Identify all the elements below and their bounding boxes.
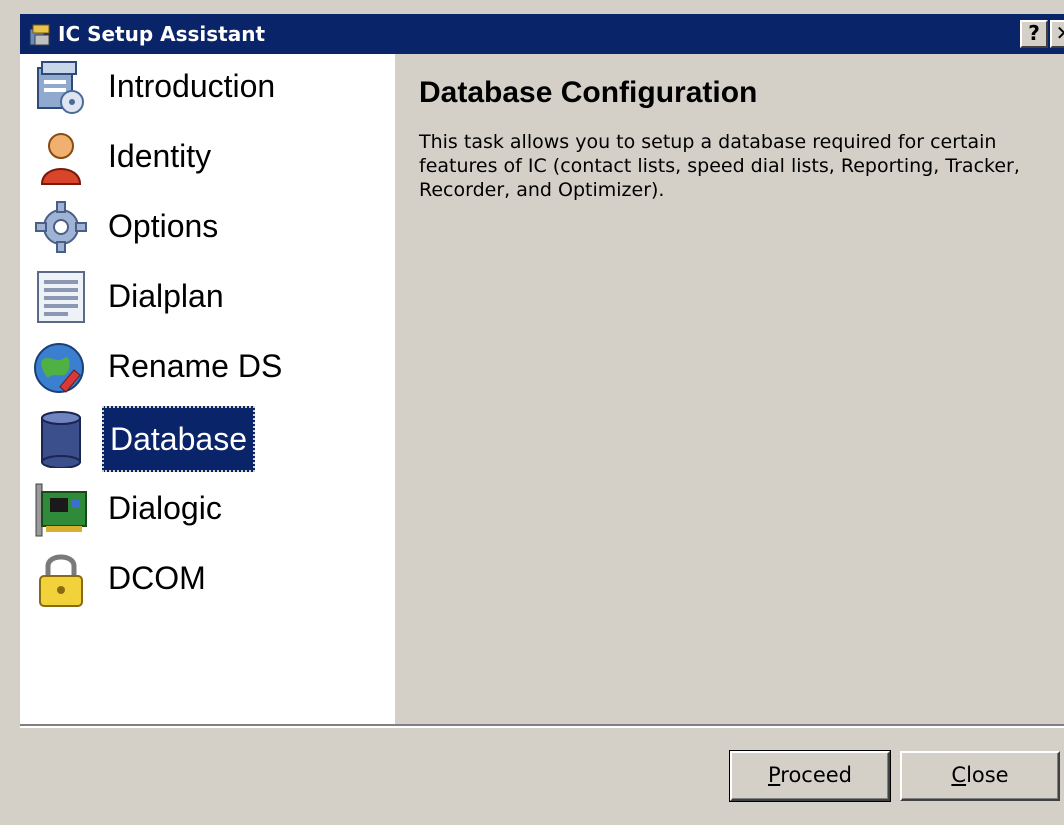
sidebar-item-label: Dialogic: [108, 490, 222, 526]
sidebar-item-rename-ds[interactable]: Rename DS: [20, 334, 395, 400]
sidebar-item-database[interactable]: Database: [20, 406, 395, 472]
database-cylinder-icon: [41, 411, 81, 468]
user-person-icon: [40, 133, 82, 185]
sidebar-item-dialplan[interactable]: Dialplan: [20, 264, 395, 330]
window-title: IC Setup Assistant: [58, 22, 266, 46]
sidebar-item-dialogic[interactable]: Dialogic: [20, 476, 395, 542]
task-list-sidebar: Introduction Identity Options Dialplan R…: [20, 54, 395, 724]
help-icon: ?: [1028, 21, 1040, 45]
gear-icon: [35, 201, 87, 253]
sidebar-item-label: DCOM: [108, 560, 206, 596]
window-close-button[interactable]: ✕: [1050, 20, 1064, 48]
expansion-card-icon: [35, 483, 87, 537]
installer-box-icon: [37, 61, 84, 114]
proceed-button[interactable]: Proceed: [729, 750, 891, 802]
proceed-label-rest: roceed: [780, 763, 853, 787]
page-title: Database Configuration: [419, 76, 758, 109]
sidebar-item-identity[interactable]: Identity: [20, 124, 395, 190]
help-button[interactable]: ?: [1020, 20, 1048, 48]
task-description: This task allows you to setup a database…: [419, 131, 1020, 201]
close-button[interactable]: Close: [900, 751, 1060, 801]
sidebar-item-label: Identity: [108, 138, 212, 174]
sidebar-item-label: Dialplan: [108, 278, 224, 314]
sidebar-item-options[interactable]: Options: [20, 194, 395, 260]
close-mnemonic: C: [951, 763, 967, 787]
close-label-rest: lose: [966, 763, 1009, 787]
sidebar-item-dcom[interactable]: DCOM: [20, 546, 395, 612]
globe-pencil-icon: [34, 343, 84, 393]
sidebar-item-label: Rename DS: [108, 348, 283, 384]
footer-divider-highlight: [20, 726, 1064, 728]
padlock-icon: [39, 554, 83, 607]
sidebar-item-introduction[interactable]: Introduction: [20, 54, 395, 120]
proceed-mnemonic: P: [767, 763, 781, 787]
setup-assistant-window: IC Setup Assistant ? ✕ Introduction Iden…: [0, 0, 1064, 825]
sidebar-item-label: Introduction: [108, 68, 276, 104]
setup-assistant-app-icon: [29, 24, 50, 46]
task-details-panel: Database Configuration This task allows …: [395, 54, 1064, 724]
close-icon: ✕: [1055, 21, 1064, 45]
sidebar-item-label: Database: [102, 406, 255, 472]
title-bar[interactable]: IC Setup Assistant ? ✕: [20, 14, 1064, 54]
sidebar-item-label: Options: [108, 208, 219, 244]
document-list-icon: [37, 271, 85, 323]
